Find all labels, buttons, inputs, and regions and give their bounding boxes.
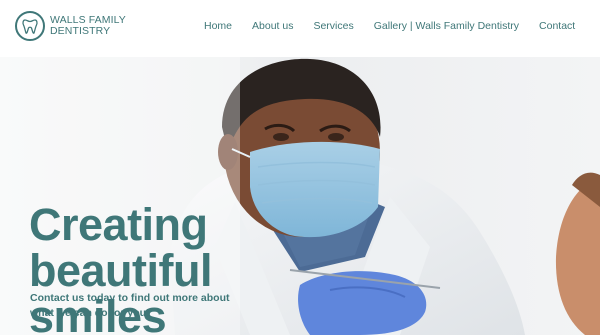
headline-line-2: beautiful: [29, 245, 213, 296]
logo-wordmark: WALLS FAMILY DENTISTRY: [50, 15, 126, 37]
hero-subtext: Contact us today to find out more about …: [30, 292, 230, 319]
tooth-logo-icon: [15, 11, 45, 41]
nav-about-us[interactable]: About us: [252, 20, 293, 32]
site-header: WALLS FAMILY DENTISTRY Home About us Ser…: [0, 0, 600, 57]
nav-home[interactable]: Home: [204, 20, 232, 32]
nav-gallery[interactable]: Gallery | Walls Family Dentistry: [374, 20, 519, 32]
main-nav: Home About us Services Gallery | Walls F…: [204, 20, 575, 32]
headline-line-1: Creating: [29, 199, 208, 250]
nav-contact[interactable]: Contact: [539, 20, 575, 32]
site-logo[interactable]: WALLS FAMILY DENTISTRY: [15, 11, 126, 41]
nav-services[interactable]: Services: [313, 20, 353, 32]
logo-line-2: DENTISTRY: [50, 25, 111, 37]
